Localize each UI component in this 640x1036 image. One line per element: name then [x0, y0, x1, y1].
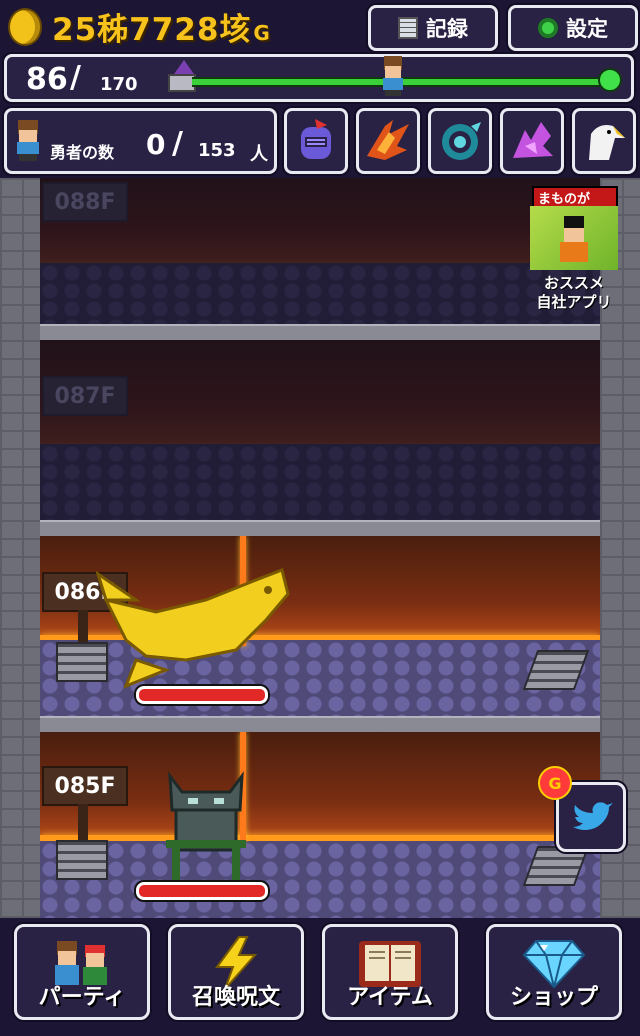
- hero-icon: [14, 120, 42, 162]
- monster-hp-bar: [136, 882, 268, 900]
- hero-count-panel: [4, 108, 277, 174]
- gold-amount: 25秭7728垓 G: [52, 12, 271, 48]
- summon-spell-button[interactable]: 召喚呪文: [168, 924, 304, 1020]
- promo-app-image[interactable]: [530, 206, 618, 270]
- floor-087[interactable]: [40, 340, 600, 520]
- purple-wyvern-icon: [513, 122, 553, 158]
- shop-label: ショップ: [509, 985, 598, 1010]
- promo-text-line-2: 自社アプリ: [536, 293, 612, 311]
- shop-button[interactable]: ショップ: [486, 924, 622, 1020]
- hero-count-unit: 人: [250, 144, 268, 165]
- hero-progress-icon: [380, 56, 406, 96]
- twitter-bird-icon: [573, 802, 613, 830]
- record-label: 記録: [426, 17, 468, 41]
- document-icon: [398, 17, 418, 39]
- hero-count-value: 0: [146, 128, 166, 161]
- gear-icon: [538, 18, 558, 38]
- bonus-badge: G: [538, 766, 572, 800]
- monster-slot-3[interactable]: [428, 108, 492, 174]
- gold-coin-icon: [8, 8, 42, 46]
- settings-button[interactable]: 設定: [508, 5, 638, 51]
- monster-hp-bar: [136, 686, 268, 704]
- floor-085[interactable]: [40, 732, 600, 920]
- floor-sign-088: 088F: [42, 182, 128, 222]
- monster-slot-4[interactable]: [500, 108, 564, 174]
- golden-fish-monster[interactable]: [96, 560, 296, 690]
- floor-sign-085: 085F: [42, 766, 128, 806]
- items-label: アイテム: [347, 985, 433, 1010]
- stairs-up: [56, 840, 108, 880]
- party-button[interactable]: パーティ: [14, 924, 150, 1020]
- monster-slot-5[interactable]: [572, 108, 636, 174]
- promo-text-line-1: おススメ: [543, 274, 604, 292]
- current-floor: 86: [26, 62, 68, 97]
- stone-gargoyle-monster[interactable]: [160, 770, 252, 882]
- promo-text[interactable]: おススメ 自社アプリ: [524, 274, 624, 312]
- hero-slash: /: [172, 126, 183, 161]
- tower-wall-left: [0, 178, 40, 922]
- summon-spell-label: 召喚呪文: [191, 985, 280, 1010]
- hero-count-max: 153: [198, 140, 236, 161]
- progress-goal-marker: [598, 68, 622, 92]
- record-button[interactable]: 記録: [368, 5, 498, 51]
- eagle-icon: [589, 125, 625, 160]
- floor-sign-087: 087F: [42, 376, 128, 416]
- slash-divider: /: [70, 60, 81, 95]
- sea-serpent-icon: [442, 122, 481, 160]
- gold-unit: G: [253, 21, 271, 45]
- promo-banner[interactable]: まものが: [532, 186, 618, 208]
- max-floor: 170: [100, 74, 138, 95]
- fire-bird-icon: [367, 120, 409, 160]
- hero-count-label: 勇者の数: [50, 143, 115, 162]
- settings-label: 設定: [566, 17, 608, 41]
- items-button[interactable]: アイテム: [322, 924, 458, 1020]
- party-label: パーティ: [38, 985, 126, 1010]
- sign-post: [78, 804, 88, 844]
- knight-helmet-icon: [301, 119, 331, 159]
- monster-slot-2[interactable]: [356, 108, 420, 174]
- monster-slot-1[interactable]: [284, 108, 348, 174]
